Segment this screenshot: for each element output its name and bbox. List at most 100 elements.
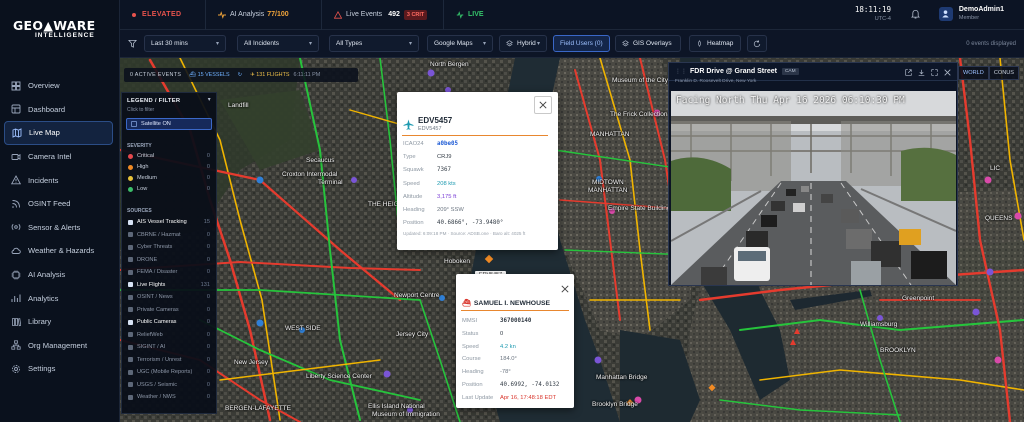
sidebar-item-settings[interactable]: Settings <box>4 357 113 381</box>
brand-logo[interactable]: GEO▲WARE INTELLIGENCE <box>0 0 119 58</box>
layers-icon <box>506 40 513 47</box>
satellite-toggle[interactable]: Satellite ON <box>126 118 212 130</box>
close-button[interactable] <box>534 96 552 114</box>
detail-key: Heading <box>403 207 425 213</box>
flight-count[interactable]: ✈ 131 FLIGHTS <box>250 72 289 78</box>
app-root: GEO▲WARE INTELLIGENCE Overview Dashboard L… <box>0 0 1024 422</box>
map-place-label: Greenpoint <box>902 295 935 302</box>
source-filter-public-cameras[interactable]: Public Cameras 0 <box>128 317 210 327</box>
source-filter-terrorism-unrest[interactable]: Terrorism / Unrest 0 <box>128 355 210 365</box>
chevron-down-icon: ▾ <box>308 41 312 47</box>
sidebar-item-camera-intel[interactable]: Camera Intel <box>4 145 113 169</box>
severity-filter-critical[interactable]: Critical 0 <box>128 151 210 161</box>
sidebar-item-analytics[interactable]: Analytics <box>4 286 113 310</box>
camera-feed[interactable]: Facing North Thu Apr 16 2026 06:10:30 PM <box>671 91 956 285</box>
source-filter-cyber-threats[interactable]: Cyber Threats 0 <box>128 242 210 252</box>
source-count: 0 <box>206 294 210 300</box>
notifications-button[interactable] <box>910 9 921 21</box>
source-filter-ais-vessel-tracking[interactable]: AIS Vessel Tracking 15 <box>128 217 210 227</box>
source-icon <box>128 319 133 325</box>
map-place-label: Croxton Intermodal <box>282 171 338 178</box>
map-place-label: Hoboken <box>444 258 471 265</box>
source-filter-fema-disaster[interactable]: FEMA / Disaster 0 <box>128 267 210 277</box>
types-value: All Types <box>336 40 363 47</box>
chevron-down-icon: ▾ <box>482 41 486 47</box>
map-icon <box>12 128 22 138</box>
close-camera-button[interactable] <box>944 63 951 81</box>
download-button[interactable] <box>918 63 925 81</box>
source-count: 0 <box>206 381 210 388</box>
open-external-button[interactable] <box>905 63 912 81</box>
source-label: Live Flights <box>137 281 166 288</box>
detail-key: Squawk <box>403 167 424 174</box>
user-menu[interactable]: DemoAdmin1 Member <box>938 6 1004 21</box>
source-filter-usgs-seismic[interactable]: USGS / Seismic 0 <box>128 380 210 390</box>
detail-value: 367000140 <box>500 318 532 324</box>
map-provider-select[interactable]: Google Maps ▾ <box>427 35 493 52</box>
sidebar-item-ai-analysis[interactable]: AI Analysis <box>4 263 113 287</box>
sidebar-item-library[interactable]: Library <box>4 310 113 334</box>
severity-label: Medium <box>137 175 157 181</box>
severity-filter-high[interactable]: High 0 <box>128 162 210 172</box>
source-filter-weather-nws[interactable]: Weather / NWS 0 <box>128 392 210 402</box>
sidebar-item-incidents[interactable]: Incidents <box>4 168 113 192</box>
source-filter-osint-news[interactable]: OSINT / News 0 <box>128 292 210 302</box>
source-filter-sigint-ai[interactable]: SIGINT / AI 0 <box>128 342 210 352</box>
ai-pulse-icon <box>218 10 226 19</box>
sidebar-item-dashboard[interactable]: Dashboard <box>4 98 113 122</box>
heatmap-button[interactable]: Heatmap <box>689 35 741 52</box>
sidebar-item-weather-hazards[interactable]: Weather & Hazards <box>4 239 113 263</box>
sidebar-item-sensor-alerts[interactable]: Sensor & Alerts <box>4 216 113 240</box>
detail-key: Altitude <box>403 193 423 200</box>
flight-count-label: 131 FLIGHTS <box>256 72 290 78</box>
map-place-label: Newport Centre <box>394 292 440 299</box>
source-filter-private-cameras[interactable]: Private Cameras 0 <box>128 305 210 315</box>
user-name: DemoAdmin1 <box>958 6 1004 13</box>
source-filter-ugc-mobile-reports-[interactable]: UGC (Mobile Reports) 0 <box>128 367 210 377</box>
gis-overlays-button[interactable]: GIS Overlays <box>615 35 681 52</box>
live-events-indicator[interactable]: Live Events 492 3 CRIT <box>322 0 444 30</box>
sidebar-item-live-map[interactable]: Live Map <box>4 121 113 145</box>
sidebar-item-label: Settings <box>28 364 56 374</box>
map-place-label: Brooklyn Bridge <box>592 401 638 408</box>
expand-button[interactable] <box>931 63 938 81</box>
library-icon <box>11 317 21 327</box>
drag-handle-icon[interactable]: ⋮⋮ <box>675 68 687 75</box>
severity-filter-low[interactable]: Low 0 <box>128 184 210 194</box>
types-select[interactable]: All Types ▾ <box>329 35 419 52</box>
sidebar-item-overview[interactable]: Overview <box>4 74 113 98</box>
map-place-label: MIDTOWN <box>592 179 624 186</box>
ai-analysis-indicator[interactable]: AI Analysis 77/100 <box>206 0 322 30</box>
threat-level[interactable]: ELEVATED <box>120 0 206 30</box>
avatar <box>938 6 953 21</box>
source-filter-cbrne-hazmat[interactable]: CBRNE / Hazmat 0 <box>128 230 210 240</box>
tab-conus[interactable]: CONUS <box>988 66 1020 80</box>
source-label: FEMA / Disaster <box>137 269 178 275</box>
sidebar-item-osint-feed[interactable]: OSINT Feed <box>4 192 113 216</box>
incidents-select[interactable]: All Incidents ▾ <box>237 35 319 52</box>
close-button[interactable] <box>561 280 569 298</box>
legend-title-label: LEGEND / FILTER <box>127 98 181 104</box>
detail-key: Course <box>462 356 481 363</box>
user-icon <box>942 10 950 18</box>
detail-key: Speed <box>403 180 420 187</box>
filter-button[interactable] <box>128 39 137 50</box>
refresh-icon <box>753 39 761 47</box>
source-count: 0 <box>206 344 210 350</box>
vessel-count[interactable]: ⛴ 15 VESSELS <box>189 72 229 78</box>
map-place-label: Terminal <box>318 179 343 186</box>
source-filter-drone[interactable]: DRONE 0 <box>128 255 210 265</box>
field-users-button[interactable]: Field Users (0) <box>553 35 610 52</box>
tab-world[interactable]: WORLD <box>958 66 989 80</box>
detail-value: 40.6866°, -73.9480° <box>437 220 504 227</box>
source-filter-reliefweb[interactable]: ReliefWeb 0 <box>128 330 210 340</box>
collapse-icon[interactable]: ▾ <box>208 97 211 103</box>
time-range-select[interactable]: Last 30 mins ▾ <box>144 35 226 52</box>
refresh-icon[interactable]: ↻ <box>238 72 243 78</box>
source-filter-live-flights[interactable]: Live Flights 131 <box>128 280 210 290</box>
refresh-button[interactable] <box>747 35 767 52</box>
gear-icon <box>11 364 21 374</box>
map-view-select[interactable]: Hybrid ▾ <box>499 35 547 52</box>
severity-filter-medium[interactable]: Medium 0 <box>128 173 210 183</box>
sidebar-item-org-management[interactable]: Org Management <box>4 334 113 358</box>
